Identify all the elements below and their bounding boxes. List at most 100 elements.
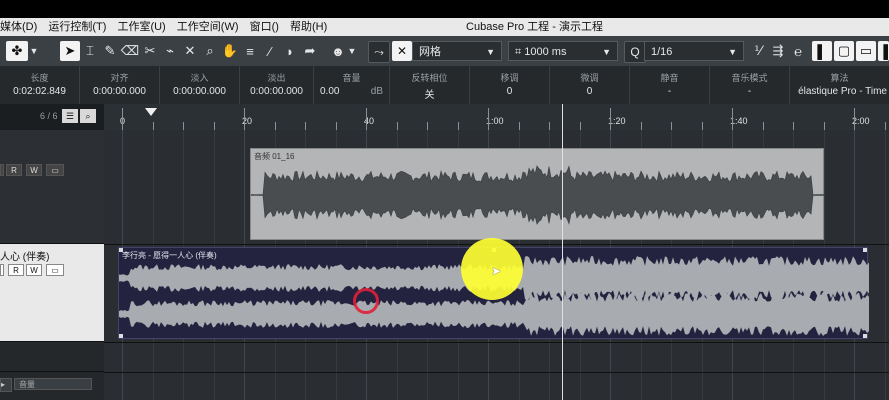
info-musical-mode[interactable]: 音乐模式 - — [710, 66, 790, 104]
menu-item-help[interactable]: 帮助(H) — [290, 18, 327, 36]
color-palette-icon[interactable]: ☻ — [328, 41, 348, 61]
click-indicator — [353, 288, 379, 314]
left-zone-icon[interactable]: ▌ — [812, 41, 832, 61]
menu-item-media[interactable]: 媒体(D) — [0, 18, 37, 36]
zoom-tool-icon[interactable]: ⌕ — [200, 41, 220, 61]
track-count: 6 / 6 — [40, 111, 58, 121]
menu-item-studio[interactable]: 工作室(U) — [117, 18, 165, 36]
glue-tool-icon[interactable]: ⌁ — [160, 41, 180, 61]
play-tool-icon[interactable]: ◗ — [280, 41, 300, 61]
color-tool-icon[interactable]: ➦ — [300, 41, 320, 61]
event-corner-handle[interactable] — [863, 334, 867, 338]
grid-type-select[interactable]: 网格 ▼ — [412, 41, 502, 61]
info-length-value: 0:02:02.849 — [13, 86, 66, 97]
toolbar: ✤ ▼ ➤ ⌶ ✎ ⌫ ✂ ⌁ ✕ ⌕ ✋ ≡ ∕ ◗ ➦ ☻ ▼ ⤳ ✕ 网格… — [0, 36, 889, 67]
right-zone-icon[interactable]: ▐ — [878, 41, 889, 61]
track-header-accompaniment[interactable]: 人心 (伴奏) R W ▭ — [0, 244, 104, 342]
read-automation-button[interactable]: R — [6, 164, 22, 176]
info-fine-tune-label: 微调 — [580, 73, 599, 83]
info-algorithm[interactable]: 算法 élastique Pro - Time — [790, 66, 889, 104]
object-selection-tool-icon[interactable]: ➤ — [60, 41, 80, 61]
range-selection-tool-icon[interactable]: ⌶ — [80, 41, 100, 61]
audio-event-01-16[interactable]: 音频 01_16 — [250, 148, 825, 240]
menu-bar: 媒体(D) 运行控制(T) 工作室(U) 工作空间(W) 窗口() 帮助(H) … — [0, 18, 889, 36]
event-corner-handle[interactable] — [119, 334, 123, 338]
info-length[interactable]: 长度 0:02:02.849 — [0, 66, 80, 104]
split-tool-icon[interactable]: ✂ — [140, 41, 160, 61]
track-lane-divider — [104, 342, 889, 343]
playhead-marker-icon[interactable] — [145, 108, 157, 116]
quantize-select[interactable]: 1/16 ▼ — [644, 41, 744, 61]
write-automation-button[interactable]: W — [26, 264, 42, 276]
constrain-delay-icon[interactable]: ✤ — [6, 41, 28, 61]
track-name: 人心 (伴奏) — [0, 252, 50, 263]
info-snap[interactable]: 对齐 0:00:00.000 — [80, 66, 160, 104]
ruler-tick — [183, 122, 184, 130]
write-automation-button[interactable]: W — [26, 164, 42, 176]
track-search-icon[interactable]: ⌕ — [80, 109, 96, 123]
chevron-down-icon: ▼ — [486, 47, 495, 57]
toolbar-dropdown-icon[interactable]: ▼ — [28, 41, 40, 61]
track-header-audio-01[interactable]: R W ▭ — [0, 130, 104, 244]
ruler-tick — [244, 108, 245, 130]
auto-scroll-icon[interactable]: ⤳ — [368, 41, 390, 63]
lanes-icon[interactable]: ▭ — [46, 264, 64, 276]
info-fade-out[interactable]: 淡出 0:00:00.000 — [240, 66, 314, 104]
automation-toggle-icon[interactable]: ▸ — [0, 378, 12, 392]
comp-tool-icon[interactable]: ≡ — [240, 41, 260, 61]
info-length-label: 长度 — [30, 73, 49, 83]
ruler-tick — [671, 122, 672, 130]
quantize-settings-icon[interactable]: ⇶ — [768, 41, 788, 61]
info-mute[interactable]: 静音 - — [630, 66, 710, 104]
ruler-tick — [457, 122, 459, 130]
track-partial-button[interactable] — [0, 264, 4, 276]
info-snap-label: 对齐 — [110, 73, 129, 83]
info-fade-out-label: 淡出 — [267, 73, 286, 83]
quantize-icon[interactable]: Q — [624, 41, 646, 63]
snap-toggle-icon[interactable]: ✕ — [392, 41, 412, 61]
info-invert-phase-label: 反转相位 — [411, 73, 448, 83]
inspector-icon[interactable]: ▢ — [834, 41, 854, 61]
info-fade-in[interactable]: 淡入 0:00:00.000 — [160, 66, 240, 104]
ruler-tick — [854, 108, 855, 130]
info-invert-phase[interactable]: 反转相位 关 — [390, 66, 470, 104]
info-fade-out-value: 0:00:00.000 — [250, 86, 303, 97]
grid-length-select[interactable]: ⌗ 1000 ms ▼ — [508, 41, 618, 61]
grid-line — [884, 130, 886, 400]
menu-item-transport[interactable]: 运行控制(T) — [48, 18, 106, 36]
color-dropdown-icon[interactable]: ▼ — [346, 41, 358, 61]
erase-tool-icon[interactable]: ⌫ — [120, 41, 140, 61]
info-volume[interactable]: 音量 0.00 dB — [314, 66, 390, 104]
event-corner-handle[interactable] — [119, 248, 123, 252]
ruler-tick — [274, 122, 276, 130]
project-cursor[interactable] — [562, 104, 563, 400]
apply-quantize-icon[interactable]: ℮ — [788, 41, 808, 61]
mute-tool-icon[interactable]: ✕ — [180, 41, 200, 61]
track-partial-button[interactable] — [0, 164, 4, 176]
track-header-automation[interactable]: ▸ 音量 — [0, 372, 104, 400]
menu-item-workspaces[interactable]: 工作空间(W) — [177, 18, 239, 36]
ruler-tick — [366, 108, 367, 130]
info-transpose[interactable]: 移调 0 — [470, 66, 550, 104]
lower-zone-icon[interactable]: ▭ — [856, 41, 876, 61]
line-tool-icon[interactable]: ∕ — [260, 41, 280, 61]
ruler-tick — [793, 122, 794, 130]
event-corner-handle[interactable] — [863, 248, 867, 252]
ruler-tick — [762, 122, 764, 130]
timeline-ruler[interactable]: 0 20 40 1:00 1:20 1:40 2:00 — [104, 104, 889, 131]
project-window-event-display[interactable]: 音频 01_16 李行亮 - 愿得一人心 (伴奏) ➤ — [104, 104, 889, 400]
info-transpose-value: 0 — [506, 86, 513, 97]
ruler-tick — [579, 122, 581, 130]
automation-parameter-label: 音量 — [19, 380, 35, 389]
info-musical-mode-label: 音乐模式 — [731, 73, 768, 83]
iterative-quantize-icon[interactable]: ⅟ — [748, 41, 768, 61]
draw-tool-icon[interactable]: ✎ — [100, 41, 120, 61]
info-volume-label: 音量 — [342, 73, 361, 83]
info-fine-tune[interactable]: 微调 0 — [550, 66, 630, 104]
track-list-menu-icon[interactable]: ☰ — [62, 109, 78, 123]
read-automation-button[interactable]: R — [8, 264, 24, 276]
automation-parameter-select[interactable]: 音量 — [14, 378, 92, 390]
lanes-icon[interactable]: ▭ — [46, 164, 64, 176]
hand-tool-icon[interactable]: ✋ — [220, 41, 240, 61]
menu-item-window[interactable]: 窗口() — [250, 18, 279, 36]
